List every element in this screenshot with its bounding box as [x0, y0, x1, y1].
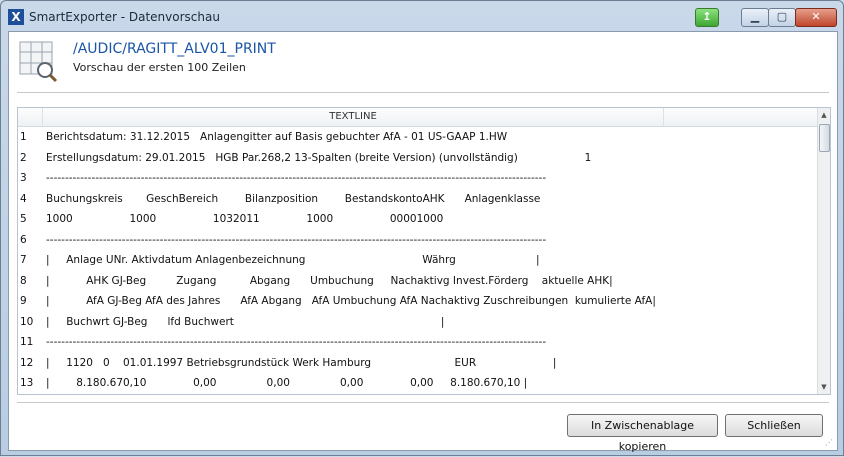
row-text: 1000 1000 1032011 1000 00001000 — [46, 213, 444, 225]
row-number: 7 — [20, 254, 27, 266]
table-row[interactable]: 1 Berichtsdatum: 31.12.2015 Anlagengitter… — [18, 127, 818, 148]
row-number: 1 — [20, 131, 27, 143]
row-text: | AHK GJ-Beg Zugang Abgang Umbuchung Nac… — [46, 274, 613, 287]
row-text: Buchungskreis GeschBereich Bilanzpositio… — [46, 192, 541, 205]
table-row[interactable]: 12 | 1120 0 01.01.1997 Betriebsgrundstück… — [18, 353, 818, 374]
row-number: 4 — [20, 192, 27, 205]
table-row[interactable]: 10 | Buchwrt GJ-Beg lfd Buchwert | — [18, 312, 818, 333]
row-number: 2 — [20, 151, 27, 164]
row-text: ----------------------------------------… — [46, 172, 547, 184]
row-number: 6 — [20, 233, 27, 246]
row-number: 5 — [20, 213, 27, 225]
row-number-header — [18, 108, 43, 126]
close-button[interactable]: Schließen — [725, 414, 823, 437]
row-text: | AfA GJ-Beg AfA des Jahres AfA Abgang A… — [46, 295, 656, 307]
maximize-icon: ▢ — [776, 10, 788, 23]
app-icon: X — [8, 9, 24, 25]
row-text: | 1120 0 01.01.1997 Betriebsgrundstück W… — [46, 356, 557, 369]
table-row[interactable]: 3 ---------------------------------------… — [18, 168, 818, 189]
table-row[interactable]: 5 1000 1000 1032011 1000 00001000 — [18, 209, 818, 230]
minimize-button[interactable]: ▁ — [741, 8, 769, 27]
header-divider — [17, 92, 829, 93]
table-row[interactable]: 11 --------------------------------------… — [18, 332, 818, 353]
export-icon[interactable]: ↥ — [695, 8, 719, 27]
row-text: ----------------------------------------… — [46, 336, 547, 348]
row-number: 13 — [20, 377, 34, 389]
row-number: 10 — [20, 315, 34, 328]
row-number: 3 — [20, 172, 27, 184]
preview-grid[interactable]: TEXTLINE 1 Berichtsdatum: 31.12.2015 Anla… — [17, 107, 831, 395]
grid-rows: 1 Berichtsdatum: 31.12.2015 Anlagengitter… — [18, 127, 818, 394]
row-number: 8 — [20, 274, 27, 287]
table-row[interactable]: 7 | Anlage UNr. Aktivdatum Anlagenbezeich… — [18, 250, 818, 271]
row-text: | Buchwrt GJ-Beg lfd Buchwert | — [46, 315, 445, 328]
report-title: /AUDIC/RAGITT_ALV01_PRINT — [73, 41, 276, 57]
table-row[interactable]: 2 Erstellungsdatum: 29.01.2015 HGB Par.26… — [18, 148, 818, 169]
export-glyph: ↥ — [702, 10, 712, 23]
vertical-scrollbar[interactable]: ▲ ▼ — [817, 108, 830, 394]
scroll-thumb[interactable] — [819, 124, 830, 152]
table-row[interactable]: 4 Buchungskreis GeschBereich Bilanzpositi… — [18, 189, 818, 210]
row-text: | 8.180.670,10 0,00 0,00 0,00 0,00 8.180… — [46, 377, 528, 389]
titlebar[interactable]: X SmartExporter - Datenvorschau ↥ ▁ ▢ ✕ — [1, 1, 843, 31]
column-header-textline[interactable]: TEXTLINE — [43, 108, 664, 126]
table-row[interactable]: 6 ---------------------------------------… — [18, 230, 818, 251]
row-text: | Anlage UNr. Aktivdatum Anlagenbezeichn… — [46, 254, 540, 266]
scroll-down-arrow-icon[interactable]: ▼ — [818, 380, 830, 394]
table-preview-icon — [19, 41, 58, 83]
row-number: 9 — [20, 295, 27, 307]
close-window-button[interactable]: ✕ — [795, 8, 837, 27]
dialog-body: /AUDIC/RAGITT_ALV01_PRINT Vorschau der e… — [8, 31, 838, 453]
row-text: Erstellungsdatum: 29.01.2015 HGB Par.268… — [46, 151, 592, 164]
row-text: ----------------------------------------… — [46, 233, 547, 246]
resize-grip-icon[interactable]: ⋰ — [825, 438, 835, 448]
preview-window: X SmartExporter - Datenvorschau ↥ ▁ ▢ ✕ … — [0, 0, 844, 456]
window-title: SmartExporter - Datenvorschau — [29, 10, 220, 24]
close-icon: ✕ — [811, 10, 821, 23]
row-text: Berichtsdatum: 31.12.2015 Anlagengitter … — [46, 131, 508, 143]
table-row[interactable]: 13 | 8.180.670,10 0,00 0,00 0,00 0,00 8.1… — [18, 373, 818, 394]
scroll-up-arrow-icon[interactable]: ▲ — [818, 108, 830, 122]
row-number: 12 — [20, 356, 34, 369]
table-row[interactable]: 8 | AHK GJ-Beg Zugang Abgang Umbuchung Na… — [18, 271, 818, 292]
table-row[interactable]: 9 | AfA GJ-Beg AfA des Jahres AfA Abgang … — [18, 291, 818, 312]
report-subtitle: Vorschau der ersten 100 Zeilen — [73, 61, 246, 74]
footer-divider — [17, 402, 829, 403]
row-number: 11 — [20, 336, 34, 348]
minimize-icon: ▁ — [750, 10, 760, 23]
grid-header: TEXTLINE — [18, 108, 818, 127]
copy-to-clipboard-button[interactable]: In Zwischenablage kopieren — [567, 414, 718, 453]
maximize-button[interactable]: ▢ — [768, 8, 796, 27]
